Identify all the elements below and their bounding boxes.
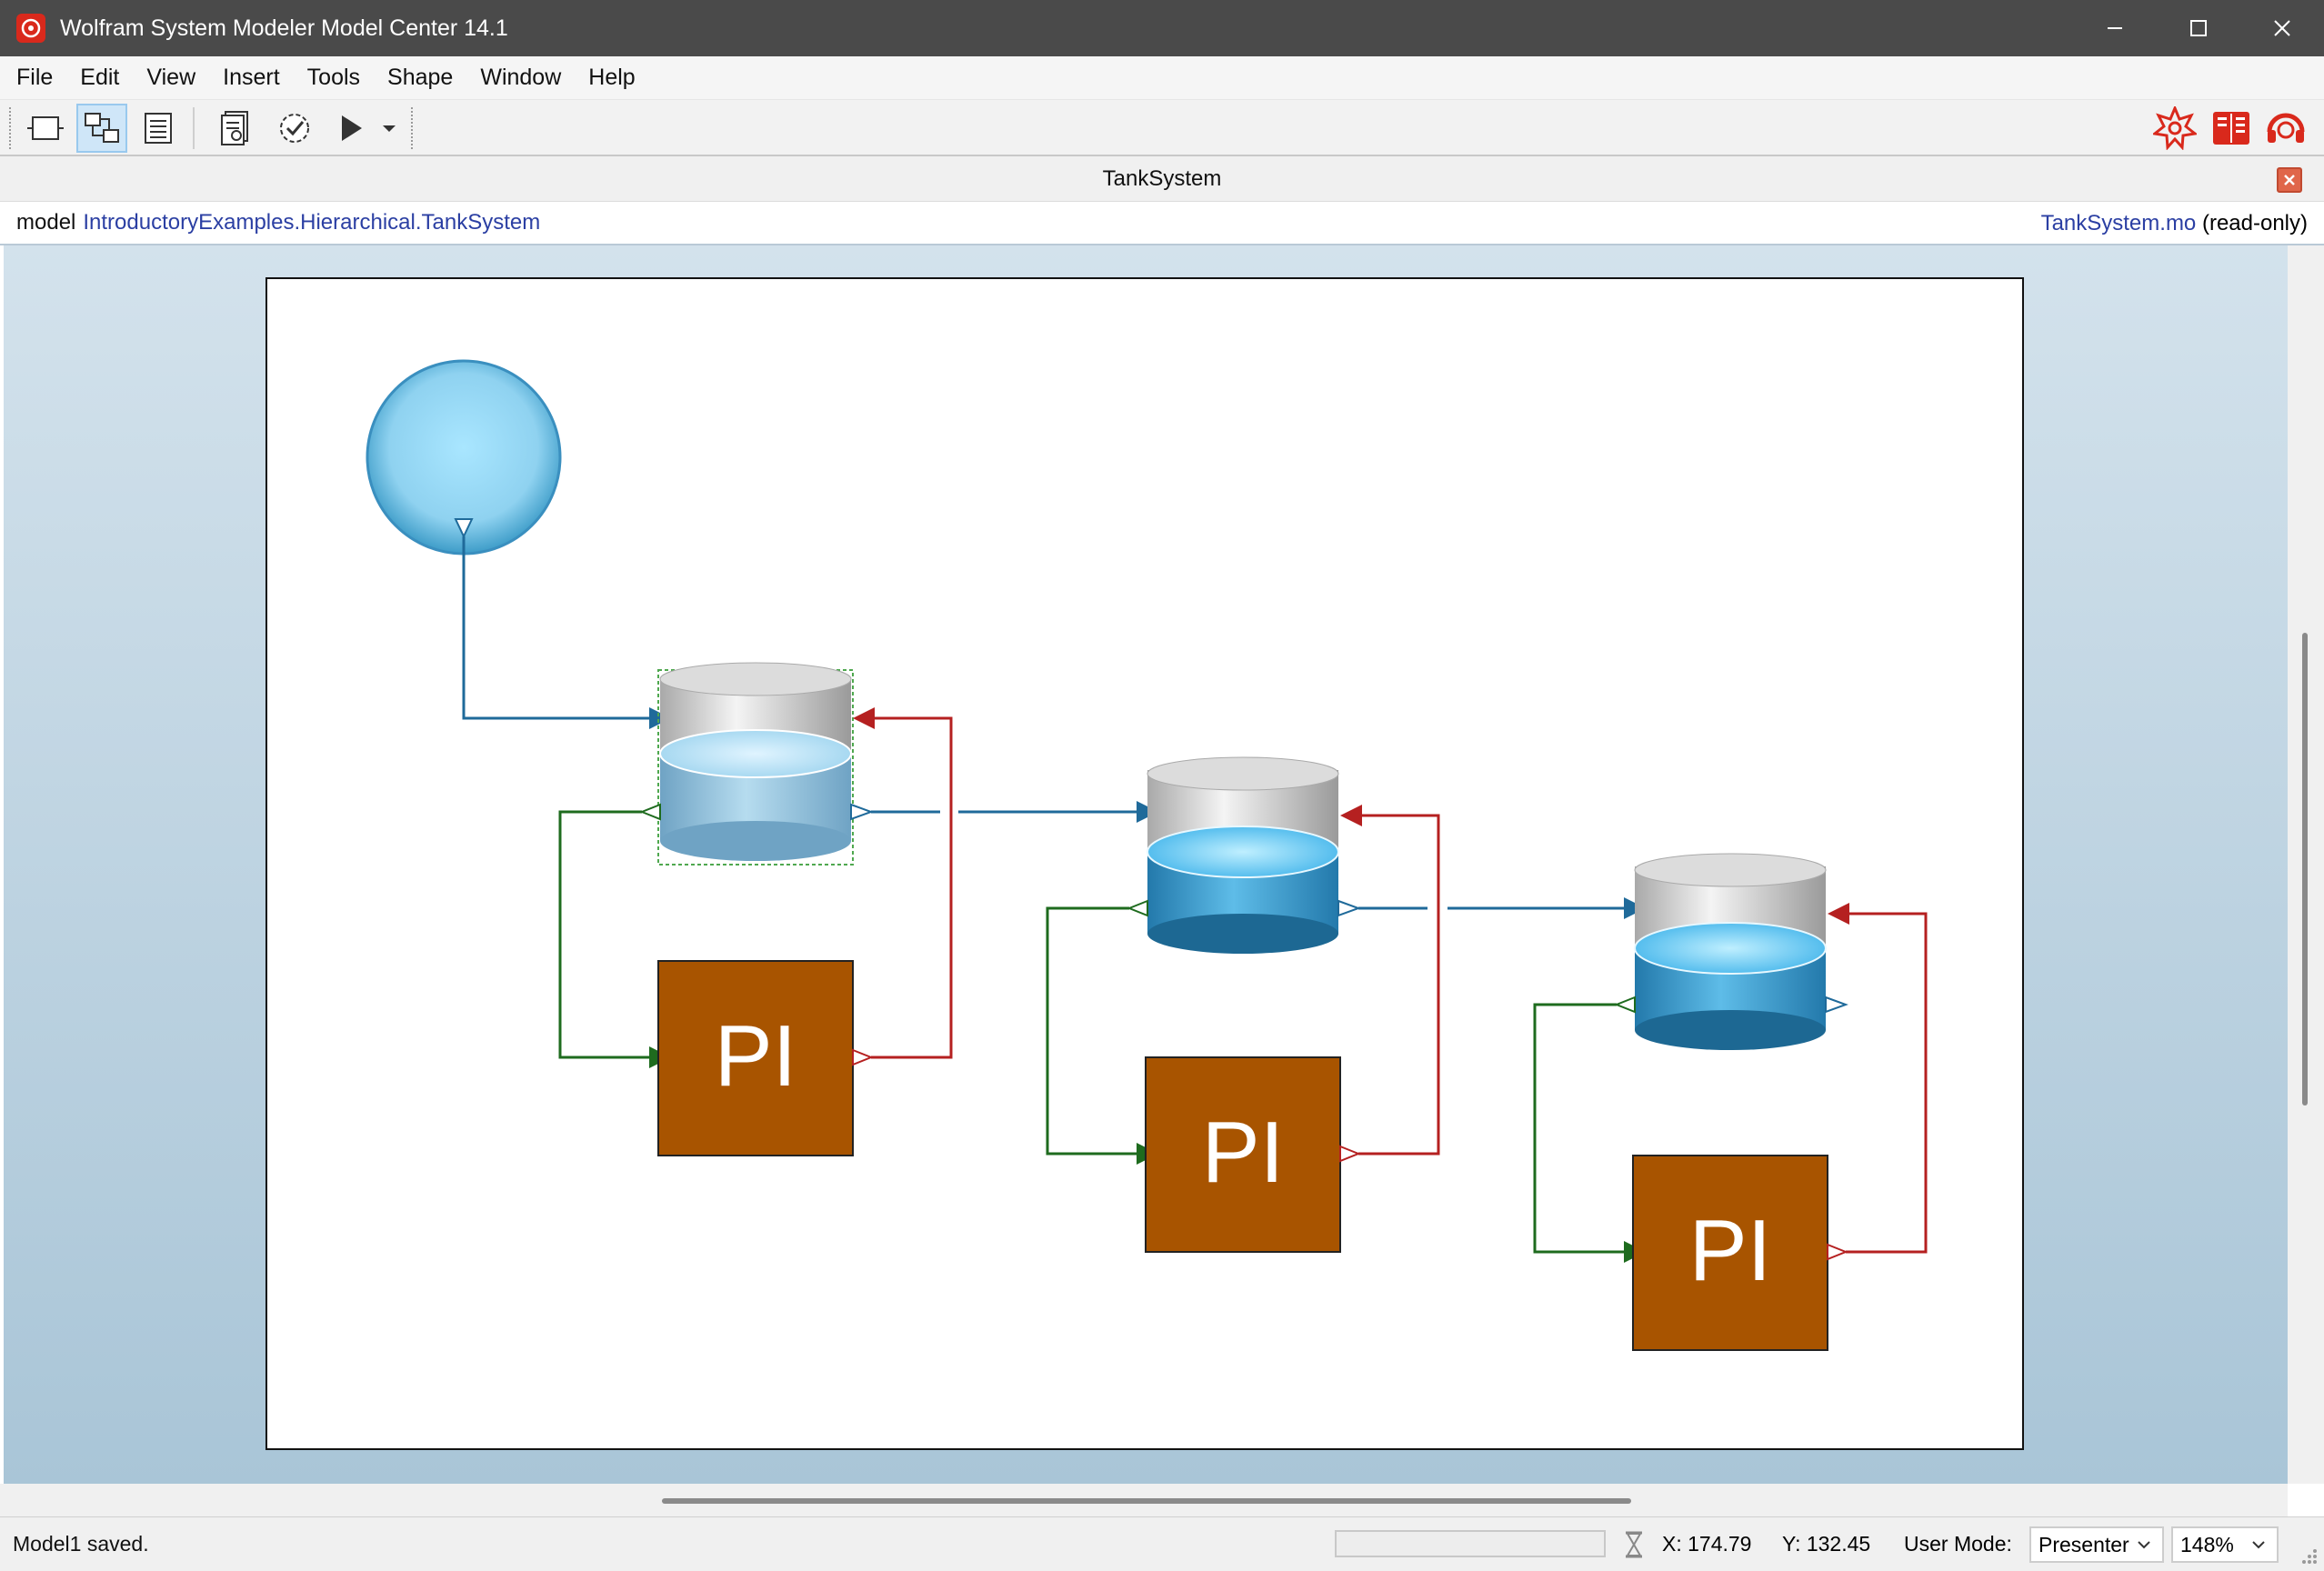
minimize-icon [2108,27,2122,29]
documentation-icon [221,111,248,145]
cursor-y-readout: Y: 132.45 [1782,1532,1871,1556]
toolbar-separator [193,107,195,149]
text-view-button[interactable] [133,104,184,153]
flow-line [462,536,649,720]
document-tab-bar: TankSystem [0,156,2324,202]
close-icon [2274,20,2290,36]
simulate-icon [342,115,362,141]
icon-view-icon [27,116,64,140]
close-document-button[interactable] [2277,167,2302,193]
controller-label: PI [1202,1104,1285,1201]
toolbar-grip[interactable] [411,107,415,149]
menu-view[interactable]: View [145,61,197,95]
maximize-icon [2190,20,2207,36]
maximize-button[interactable] [2157,0,2240,56]
horizontal-scrollbar[interactable] [0,1484,2288,1516]
status-bar: Model1 saved. X: 174.79 Y: 132.45 User M… [0,1516,2324,1571]
toolbar-grip[interactable] [9,107,13,149]
pi-controller-2[interactable]: PI [1145,1056,1361,1253]
user-mode-select[interactable]: Presenter [2029,1526,2164,1563]
controller-label: PI [715,1007,797,1105]
simulate-button[interactable] [326,104,376,153]
source-sphere[interactable] [366,359,562,555]
validate-button[interactable] [269,104,320,153]
wolfram-app-icon [16,14,45,43]
controller-label: PI [1689,1202,1772,1299]
menu-window[interactable]: Window [478,61,563,95]
menu-help[interactable]: Help [586,61,636,95]
tank-2[interactable] [1127,756,1361,954]
window-title: Wolfram System Modeler Model Center 14.1 [60,15,508,41]
documentation-button[interactable] [211,104,262,153]
read-only-label: (read-only) [2201,211,2308,235]
simulate-dropdown-button[interactable] [371,104,407,153]
user-mode-value: Presenter [2039,1533,2129,1556]
validate-icon [280,114,309,143]
documentation-center-button[interactable] [2206,104,2257,153]
user-mode-label: User Mode: [1904,1532,2012,1556]
document-title: TankSystem [1102,165,1222,191]
chevron-down-icon [2138,1541,2150,1549]
zoom-select[interactable]: 148% [2171,1526,2279,1563]
wolfram-spikey-button[interactable] [2149,104,2200,153]
pi-controller-1[interactable]: PI [657,960,874,1156]
menu-insert[interactable]: Insert [221,61,282,95]
menu-bar: File Edit View Insert Tools Shape Window… [0,56,2324,100]
chevron-down-icon [383,125,396,132]
vertical-scrollbar-thumb[interactable] [2302,633,2308,1106]
support-icon [2267,113,2305,143]
support-button[interactable] [2260,104,2311,153]
menu-tools[interactable]: Tools [306,61,362,95]
model-path-link[interactable]: IntroductoryExamples.Hierarchical.TankSy… [83,210,540,235]
menu-shape[interactable]: Shape [386,61,455,95]
title-bar: Wolfram System Modeler Model Center 14.1 [0,0,2324,56]
diagram-view-button[interactable] [76,104,127,153]
zoom-value: 148% [2180,1533,2234,1556]
minimize-button[interactable] [2073,0,2157,56]
horizontal-scrollbar-thumb[interactable] [662,1498,1631,1504]
tank-3[interactable] [1614,853,1848,1050]
menu-file[interactable]: File [15,61,55,95]
model-path-bar: model IntroductoryExamples.Hierarchical.… [0,202,2324,245]
pi-controller-3[interactable]: PI [1632,1155,1848,1351]
text-view-icon [145,113,172,144]
tank-1[interactable] [639,662,874,866]
resize-grip-icon[interactable] [2299,1546,2319,1566]
wolfram-spikey-icon [2153,106,2197,150]
model-keyword: model [16,210,76,235]
progress-bar [1335,1530,1606,1557]
close-icon [2284,175,2295,185]
documentation-center-icon [2213,112,2249,145]
icon-view-button[interactable] [20,104,71,153]
diagram-sheet[interactable]: PI PI PI [265,277,2024,1450]
close-window-button[interactable] [2240,0,2324,56]
toolbar [0,100,2324,156]
diagram-view-icon [85,113,119,143]
model-file-link[interactable]: TankSystem.mo [2041,211,2197,235]
hourglass-icon [1626,1531,1642,1558]
cursor-x-readout: X: 174.79 [1662,1532,1752,1556]
vertical-scrollbar[interactable] [2288,245,2324,1484]
chevron-down-icon [2252,1541,2265,1549]
diagram-svg: PI PI PI [366,359,1928,1351]
status-message: Model1 saved. [13,1532,149,1556]
menu-edit[interactable]: Edit [78,61,121,95]
